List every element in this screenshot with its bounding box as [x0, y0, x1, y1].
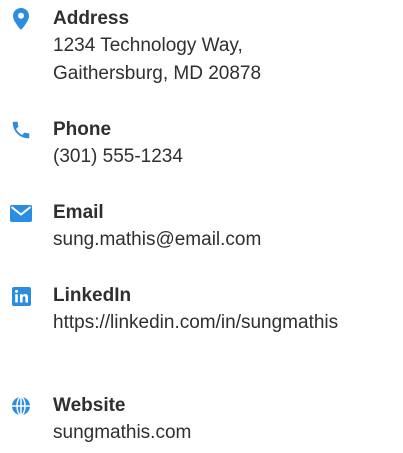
location-pin-icon [10, 8, 32, 30]
email-value[interactable]: sung.mathis@email.com [53, 226, 398, 254]
linkedin-icon [10, 285, 32, 307]
phone-label: Phone [53, 119, 112, 140]
phone-value[interactable]: (301) 555-1234 [53, 143, 398, 171]
envelope-icon [10, 202, 32, 224]
linkedin-label: LinkedIn [53, 285, 132, 306]
address-value: 1234 Technology Way, Gaithersburg, MD 20… [53, 35, 262, 84]
address-label: Address [53, 8, 130, 29]
website-value[interactable]: sungmathis.com [53, 419, 398, 447]
globe-icon [10, 395, 32, 417]
email-label: Email [53, 202, 104, 223]
phone-icon [10, 119, 32, 141]
website-label: Website [53, 395, 126, 416]
linkedin-value[interactable]: https://linkedin.com/in/sungmathis [53, 309, 398, 337]
